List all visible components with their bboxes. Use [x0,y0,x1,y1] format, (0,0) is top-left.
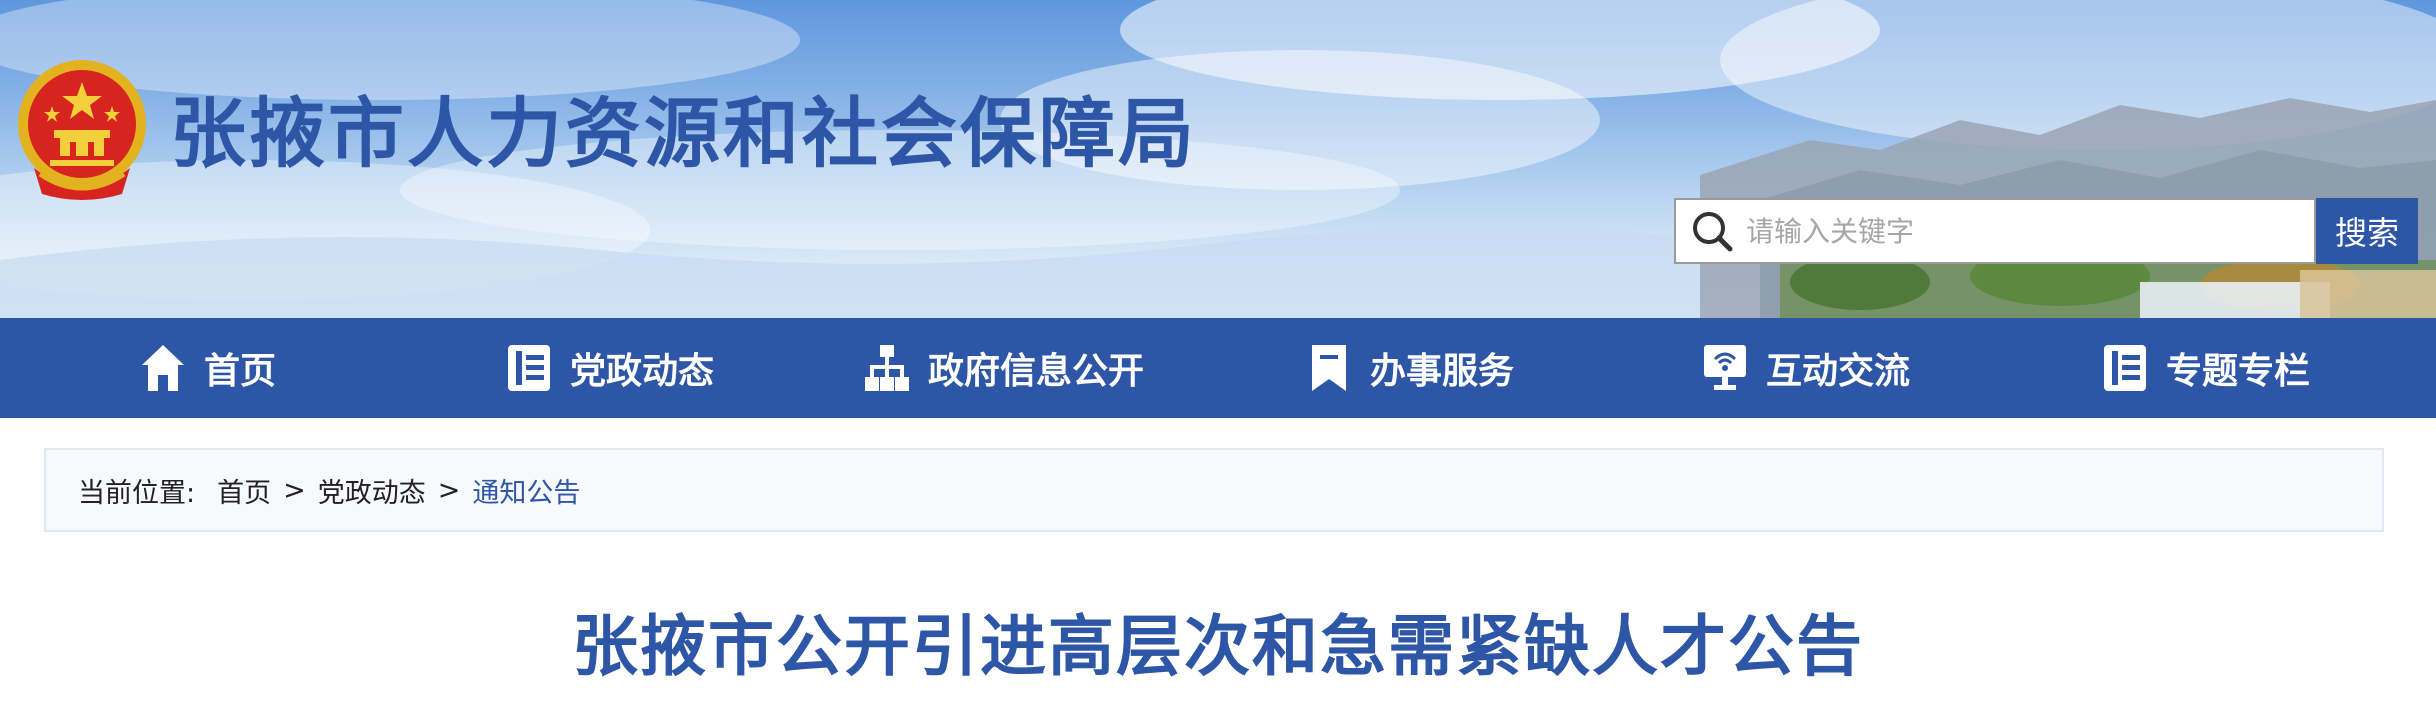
org-chart-icon [865,345,909,391]
nav-label: 办事服务 [1370,351,1515,392]
breadcrumb-separator: > [437,474,461,506]
nav-label: 政府信息公开 [928,351,1145,392]
nav-label: 专题专栏 [2166,351,2311,392]
document-icon [508,345,550,391]
bookmark-icon [1312,345,1346,391]
main-nav: 首页 党政动态 政府信息公开 办事服务 互动交流 专题专栏 [0,318,2436,418]
breadcrumb-separator: > [283,474,306,506]
home-icon [142,345,184,391]
search-input[interactable] [1744,200,2314,262]
breadcrumb-home-link[interactable]: 首页 [217,471,271,510]
document-icon [2104,345,2146,391]
nav-label: 党政动态 [570,351,715,392]
article-title: 张掖市公开引进高层次和急需紧缺人才公告 [572,608,1864,685]
search-bar: 搜索 [1674,198,2418,264]
monitor-signal-icon [1704,345,1746,390]
breadcrumb: 当前位置: 首页 > 党政动态 > 通知公告 [44,448,2384,532]
nav-item-party-news[interactable]: 党政动态 [506,318,714,418]
nav-item-home[interactable]: 首页 [140,318,276,418]
national-emblem-icon [18,60,146,200]
nav-item-services[interactable]: 办事服务 [1306,318,1514,418]
nav-label: 首页 [204,351,277,392]
nav-item-gov-info[interactable]: 政府信息公开 [864,318,1144,418]
nav-label: 互动交流 [1766,351,1911,392]
search-icon [1693,212,1733,252]
breadcrumb-label: 当前位置: [78,477,196,509]
search-box [1674,198,2316,264]
search-button[interactable]: 搜索 [2316,198,2418,264]
breadcrumb-notices-link[interactable]: 通知公告 [472,471,580,510]
nav-item-interaction[interactable]: 互动交流 [1702,318,1910,418]
site-title: 张掖市人力资源和社会保障局 [170,89,1197,178]
breadcrumb-party-news-link[interactable]: 党政动态 [318,471,426,510]
header-banner: 张掖市人力资源和社会保障局 搜索 [0,0,2436,318]
nav-item-special-topics[interactable]: 专题专栏 [2102,318,2310,418]
